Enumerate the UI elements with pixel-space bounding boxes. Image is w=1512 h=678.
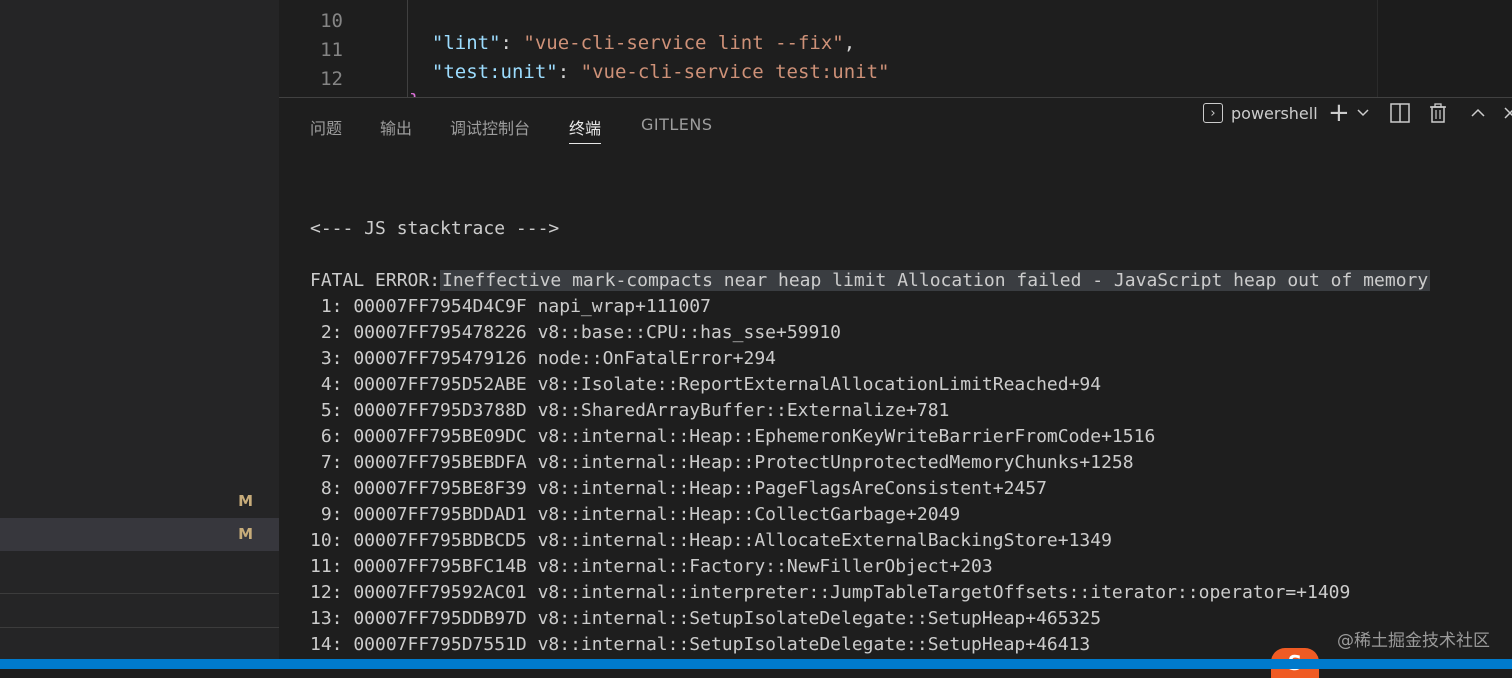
stack-frame: 11: 00007FF795BFC14B v8::internal::Facto… xyxy=(310,556,993,577)
code-editor[interactable]: 10 "lint": "vue-cli-service lint --fix",… xyxy=(279,0,1512,97)
tab-problems[interactable]: 问题 xyxy=(310,115,342,143)
bottom-panel: 问题 输出 调试控制台 终端 GITLENS › powershell + <-… xyxy=(279,97,1512,660)
terminal-dropdown-button[interactable] xyxy=(1356,98,1370,128)
fatal-prefix: FATAL ERROR: xyxy=(310,270,441,291)
maximize-panel-button[interactable] xyxy=(1470,98,1486,128)
plus-icon: + xyxy=(1328,98,1350,128)
close-icon xyxy=(1504,107,1512,119)
trash-icon xyxy=(1430,103,1446,123)
terminal-profile-label: powershell xyxy=(1231,103,1318,123)
stack-frame: 12: 00007FF79592AC01 v8::internal::inter… xyxy=(310,582,1351,603)
chevron-up-icon xyxy=(1471,108,1485,117)
file-row-modified-selected[interactable]: M xyxy=(0,518,279,551)
modified-badge: M xyxy=(238,492,253,510)
explorer-sidebar: M M xyxy=(0,0,279,669)
stack-frame: 4: 00007FF795D52ABE v8::Isolate::ReportE… xyxy=(310,374,1102,395)
terminal-profile-selector[interactable]: › powershell xyxy=(1203,98,1318,128)
fatal-error-line: FATAL ERROR: Ineffective mark-compacts ne… xyxy=(310,268,1510,294)
stack-frame: 8: 00007FF795BE8F39 v8::internal::Heap::… xyxy=(310,478,1047,499)
status-bar xyxy=(0,659,1512,669)
stack-frame: 10: 00007FF795BDBCD5 v8::internal::Heap:… xyxy=(310,530,1112,551)
chevron-down-icon xyxy=(1357,109,1369,117)
stacktrace-header: <--- JS stacktrace ---> xyxy=(310,218,560,239)
split-terminal-button[interactable] xyxy=(1390,98,1410,128)
sidebar-divider xyxy=(0,627,279,628)
code-line: 12 }, xyxy=(279,46,1379,97)
stack-frame: 13: 00007FF795DDB97D v8::internal::Setup… xyxy=(310,608,1102,629)
terminal-output[interactable]: <--- JS stacktrace ---> FATAL ERROR: Inef… xyxy=(310,216,1510,658)
stack-frame: 7: 00007FF795BEBDFA v8::internal::Heap::… xyxy=(310,452,1134,473)
stack-frame: 1: 00007FF7954D4C9F napi_wrap+111007 xyxy=(310,296,711,317)
split-icon xyxy=(1390,103,1410,123)
watermark: @稀土掘金技术社区 xyxy=(1337,631,1490,651)
stack-frame: 2: 00007FF795478226 v8::base::CPU::has_s… xyxy=(310,322,842,343)
sidebar-divider xyxy=(0,593,279,594)
panel-tabs: 问题 输出 调试控制台 终端 GITLENS › powershell + xyxy=(279,98,1512,154)
code-line: 11 "test:unit": "vue-cli-service test:un… xyxy=(279,17,1379,83)
code-line: 13 "dependencies": { xyxy=(279,75,1379,97)
terminal-icon: › xyxy=(1203,103,1223,123)
fatal-message-selected: Ineffective mark-compacts near heap limi… xyxy=(440,270,1431,291)
tab-debug-console[interactable]: 调试控制台 xyxy=(450,115,530,143)
minimap[interactable] xyxy=(1377,0,1512,97)
modified-badge: M xyxy=(238,525,253,543)
stack-frame: 3: 00007FF795479126 node::OnFatalError+2… xyxy=(310,348,776,369)
tab-terminal[interactable]: 终端 xyxy=(569,115,602,144)
new-terminal-button[interactable]: + xyxy=(1328,98,1350,128)
tab-gitlens[interactable]: GITLENS xyxy=(641,115,713,143)
file-row-modified[interactable]: M xyxy=(0,485,279,518)
stack-frame: 14: 00007FF795D7551D v8::internal::Setup… xyxy=(310,634,1091,655)
stack-frame: 9: 00007FF795BDDAD1 v8::internal::Heap::… xyxy=(310,504,961,525)
kill-terminal-button[interactable] xyxy=(1429,98,1447,128)
tab-output[interactable]: 输出 xyxy=(380,115,412,143)
close-panel-button[interactable] xyxy=(1503,98,1512,128)
code-line: 10 "lint": "vue-cli-service lint --fix", xyxy=(279,0,1379,54)
stack-frame: 5: 00007FF795D3788D v8::SharedArrayBuffe… xyxy=(310,400,950,421)
stack-frame: 6: 00007FF795BE09DC v8::internal::Heap::… xyxy=(310,426,1156,447)
